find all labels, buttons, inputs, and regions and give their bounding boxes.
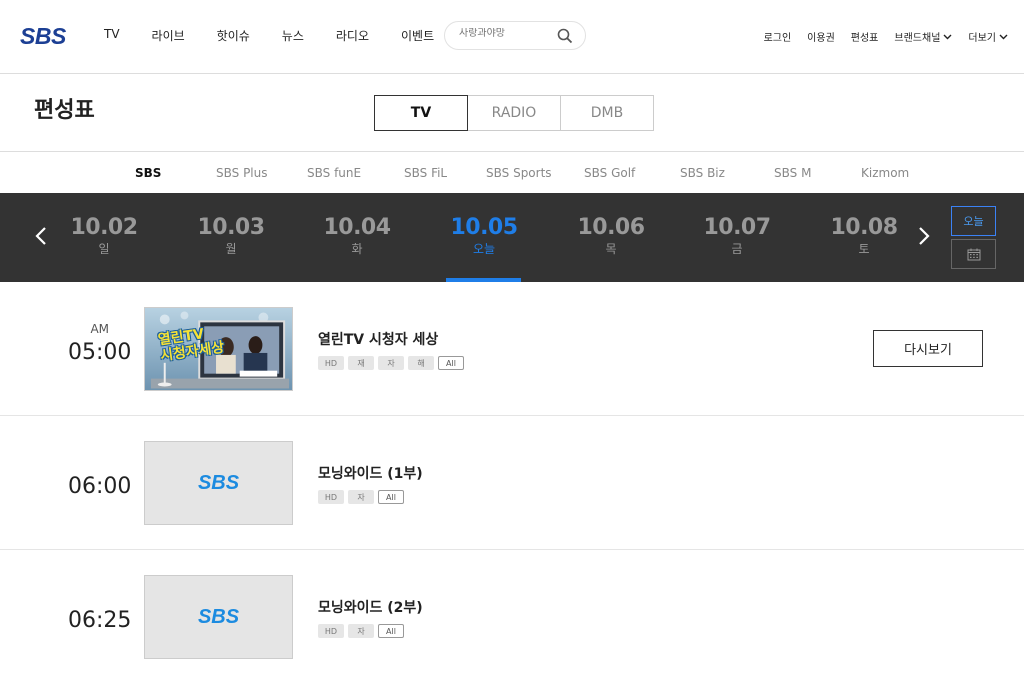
channel-tab-sbs-biz[interactable]: SBS Biz bbox=[680, 166, 725, 180]
date-item-today[interactable]: 10.05 오늘 bbox=[434, 215, 534, 257]
search-input[interactable] bbox=[459, 28, 559, 39]
date-day: 오늘 bbox=[472, 242, 496, 256]
chevron-left-icon[interactable] bbox=[34, 225, 48, 247]
badge-hd: HD bbox=[318, 490, 344, 504]
date-day: 토 bbox=[858, 242, 870, 256]
more-menu[interactable]: 더보기 bbox=[968, 29, 1008, 44]
calendar-icon bbox=[967, 248, 980, 260]
channel-tab-sbs-plus[interactable]: SBS Plus bbox=[216, 166, 268, 180]
sbs-logo[interactable]: SBS bbox=[20, 23, 66, 50]
program-badges: HD 자 All bbox=[318, 624, 408, 638]
channel-tabs: SBS SBS Plus SBS funE SBS FiL SBS Sports… bbox=[0, 151, 1024, 193]
program-time: 06:25 bbox=[68, 608, 132, 633]
program-title[interactable]: 모닝와이드 (2부) bbox=[318, 597, 423, 617]
badge-rerun: 재 bbox=[348, 356, 374, 370]
nav-event[interactable]: 이벤트 bbox=[401, 27, 434, 44]
program-row: 06:00 SBS 모닝와이드 (1부) HD 자 All bbox=[0, 416, 1024, 550]
program-thumbnail[interactable]: SBS bbox=[144, 575, 293, 659]
program-row: 06:25 SBS 모닝와이드 (2부) HD 자 All bbox=[0, 550, 1024, 681]
channel-tab-sbs-golf[interactable]: SBS Golf bbox=[584, 166, 635, 180]
program-thumbnail[interactable]: SBS bbox=[144, 441, 293, 525]
date-selector: 10.02 일 10.03 월 10.04 화 10.05 오늘 10.06 목… bbox=[0, 193, 1024, 282]
channel-tab-sbs[interactable]: SBS bbox=[135, 166, 161, 180]
tab-dmb[interactable]: DMB bbox=[560, 95, 654, 131]
tab-radio[interactable]: RADIO bbox=[467, 95, 561, 131]
channel-tab-sbs-fune[interactable]: SBS funE bbox=[307, 166, 361, 180]
program-title[interactable]: 열린TV 시청자 세상 bbox=[318, 329, 438, 349]
channel-tab-sbs-m[interactable]: SBS M bbox=[774, 166, 811, 180]
channel-tab-sbs-fil[interactable]: SBS FiL bbox=[404, 166, 447, 180]
date-day: 목 bbox=[605, 242, 617, 256]
date-item[interactable]: 10.08 토 bbox=[814, 215, 914, 257]
nav-hot-issue[interactable]: 핫이슈 bbox=[217, 27, 250, 44]
utility-menu: 로그인 이용권 편성표 브랜드채널 더보기 bbox=[748, 29, 1008, 44]
page-title: 편성표 bbox=[34, 98, 95, 123]
more-label: 더보기 bbox=[968, 33, 996, 44]
date-item[interactable]: 10.06 목 bbox=[561, 215, 661, 257]
rating-badge: All bbox=[378, 624, 404, 638]
program-row: AM 05:00 열린TV 시청자세상 열린TV 시청자 세상 HD 재 자 해… bbox=[0, 282, 1024, 416]
date-number: 10.05 bbox=[450, 215, 518, 240]
date-day: 월 bbox=[225, 242, 237, 256]
date-number: 10.02 bbox=[70, 215, 138, 240]
program-time: 05:00 bbox=[68, 340, 132, 365]
program-ampm: AM bbox=[90, 322, 109, 336]
nav-tv[interactable]: TV bbox=[104, 27, 120, 44]
chevron-down-icon bbox=[999, 34, 1008, 39]
badge-subtitle: 자 bbox=[348, 490, 374, 504]
date-item[interactable]: 10.07 금 bbox=[687, 215, 787, 257]
date-item[interactable]: 10.03 월 bbox=[181, 215, 281, 257]
schedule-link[interactable]: 편성표 bbox=[851, 29, 879, 44]
brand-channel-label: 브랜드채널 bbox=[894, 33, 941, 44]
chevron-right-icon[interactable] bbox=[917, 225, 931, 247]
date-day: 일 bbox=[98, 242, 110, 256]
brand-channel-menu[interactable]: 브랜드채널 bbox=[894, 29, 952, 44]
program-title[interactable]: 모닝와이드 (1부) bbox=[318, 463, 423, 483]
program-time: 06:00 bbox=[68, 474, 132, 499]
search-box bbox=[444, 21, 586, 50]
sbs-logo-placeholder: SBS bbox=[197, 471, 240, 494]
date-number: 10.07 bbox=[703, 215, 771, 240]
login-link[interactable]: 로그인 bbox=[764, 29, 792, 44]
date-item[interactable]: 10.04 화 bbox=[307, 215, 407, 257]
today-button[interactable]: 오늘 bbox=[951, 206, 996, 236]
program-thumbnail[interactable]: 열린TV 시청자세상 bbox=[144, 307, 293, 391]
nav-live[interactable]: 라이브 bbox=[152, 27, 185, 44]
replay-button[interactable]: 다시보기 bbox=[873, 330, 983, 367]
date-number: 10.04 bbox=[323, 215, 391, 240]
rating-badge: All bbox=[378, 490, 404, 504]
date-item[interactable]: 10.02 일 bbox=[54, 215, 154, 257]
main-nav: TV 라이브 핫이슈 뉴스 라디오 이벤트 bbox=[104, 27, 466, 44]
date-day: 금 bbox=[731, 242, 743, 256]
nav-radio[interactable]: 라디오 bbox=[336, 27, 369, 44]
badge-subtitle: 자 bbox=[378, 356, 404, 370]
badge-hd: HD bbox=[318, 624, 344, 638]
program-badges: HD 자 All bbox=[318, 490, 408, 504]
channel-tab-kizmom[interactable]: Kizmom bbox=[861, 166, 909, 180]
schedule-type-tabs: TV RADIO DMB bbox=[374, 95, 654, 131]
rating-badge: All bbox=[438, 356, 464, 370]
site-header: SBS TV 라이브 핫이슈 뉴스 라디오 이벤트 로그인 이용권 편성표 브랜… bbox=[0, 0, 1024, 74]
channel-tab-sbs-sports[interactable]: SBS Sports bbox=[486, 166, 552, 180]
date-number: 10.06 bbox=[577, 215, 645, 240]
date-day: 화 bbox=[351, 242, 363, 256]
date-number: 10.03 bbox=[197, 215, 265, 240]
badge-subtitle: 자 bbox=[348, 624, 374, 638]
tab-tv[interactable]: TV bbox=[374, 95, 468, 131]
voucher-link[interactable]: 이용권 bbox=[807, 29, 835, 44]
search-icon[interactable] bbox=[557, 28, 573, 44]
calendar-button[interactable] bbox=[951, 239, 996, 269]
nav-news[interactable]: 뉴스 bbox=[282, 27, 304, 44]
badge-commentary: 해 bbox=[408, 356, 434, 370]
sbs-logo-placeholder: SBS bbox=[197, 605, 240, 628]
chevron-down-icon bbox=[943, 34, 952, 39]
program-badges: HD 재 자 해 All bbox=[318, 356, 468, 370]
date-number: 10.08 bbox=[830, 215, 898, 240]
badge-hd: HD bbox=[318, 356, 344, 370]
